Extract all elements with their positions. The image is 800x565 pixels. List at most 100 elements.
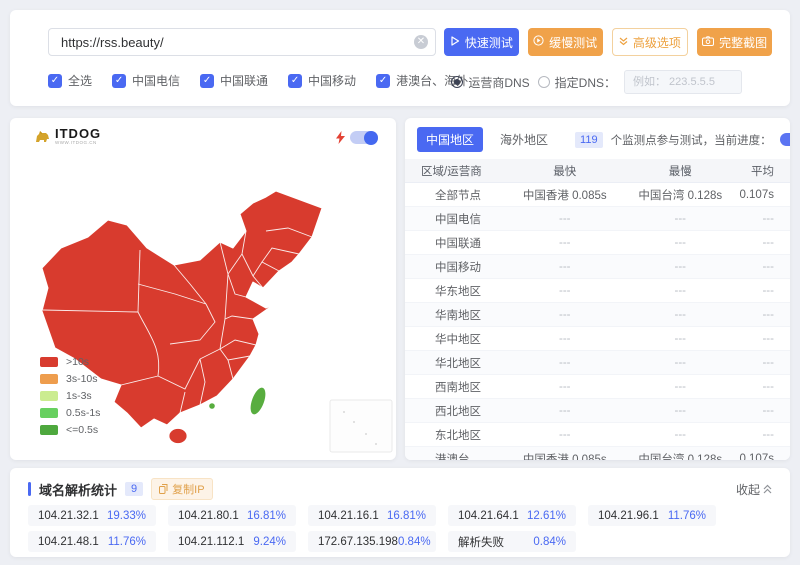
row-name: 中国电信: [405, 211, 505, 227]
button-label: 完整截图: [719, 34, 767, 51]
map-legend: >10s3s-10s1s-3s0.5s-1s<=0.5s: [40, 356, 100, 436]
row-fastest: 中国香港 0.085s: [505, 187, 624, 203]
row-name: 港澳台: [405, 451, 505, 461]
results-table: 区域/运营商最快最慢平均全部节点中国香港 0.085s中国台湾 0.128s0.…: [405, 159, 790, 460]
table-row: 中国电信---------: [405, 207, 790, 231]
row-average: ---: [736, 429, 790, 441]
row-fastest: ---: [505, 381, 624, 393]
row-average: ---: [736, 285, 790, 297]
table-row: 全部节点中国香港 0.085s中国台湾 0.128s0.107s: [405, 183, 790, 207]
table-row: 东北地区---------: [405, 423, 790, 447]
row-fastest: ---: [505, 213, 624, 225]
url-input-wrap: ✕: [48, 28, 436, 56]
button-play-0[interactable]: 快速测试: [444, 28, 519, 56]
legend-swatch: [40, 391, 58, 401]
ip-percentage: 16.81%: [387, 510, 426, 522]
ip-percentage: 11.76%: [668, 510, 706, 522]
table-row: 港澳台中国香港 0.085s中国台湾 0.128s0.107s: [405, 447, 790, 460]
dns-stats-title: 域名解析统计: [39, 480, 117, 499]
row-slowest: ---: [624, 429, 736, 441]
china-map-panel: ITDOG WWW.ITDOG.CN: [10, 118, 396, 460]
row-average: ---: [736, 237, 790, 249]
map-toggle-switch[interactable]: [350, 131, 378, 144]
checkbox-item-0[interactable]: ✓全选: [48, 72, 92, 89]
button-double-chevron-down-2[interactable]: 高级选项: [612, 28, 689, 56]
checkbox-label: 全选: [68, 72, 92, 89]
checkbox-item-1[interactable]: ✓中国电信: [112, 72, 180, 89]
south-sea-inset: [330, 400, 392, 452]
row-name: 中国联通: [405, 235, 505, 251]
camera-icon: [702, 35, 714, 49]
legend-swatch: [40, 425, 58, 435]
button-label: 快速测试: [465, 34, 513, 51]
custom-dns-input[interactable]: [624, 70, 742, 94]
row-name: 东北地区: [405, 427, 505, 443]
ip-percentage: 0.84%: [398, 536, 431, 548]
row-average: ---: [736, 261, 790, 273]
radio-custom-dns[interactable]: 指定DNS：: [538, 74, 616, 91]
row-average: ---: [736, 381, 790, 393]
table-row: 西南地区---------: [405, 375, 790, 399]
ip-result-cell: 104.21.80.116.81%: [168, 505, 296, 526]
copy-icon: [159, 484, 168, 494]
ip-address: 104.21.16.1: [318, 510, 379, 522]
itdog-logo: ITDOG WWW.ITDOG.CN: [34, 128, 101, 145]
row-average: 0.107s: [736, 189, 790, 201]
hainan-island: [169, 429, 187, 444]
radio-operator-dns-label: 运营商DNS: [468, 74, 529, 91]
row-name: 中国移动: [405, 259, 505, 275]
button-camera-3[interactable]: 完整截图: [697, 28, 772, 56]
checkbox-item-2[interactable]: ✓中国联通: [200, 72, 268, 89]
url-input[interactable]: [48, 28, 436, 56]
row-fastest: ---: [505, 237, 624, 249]
row-slowest: ---: [624, 357, 736, 369]
ip-percentage: 9.24%: [253, 536, 286, 548]
legend-label: >10s: [66, 356, 89, 368]
test-config-panel: ✕ 快速测试缓慢测试高级选项完整截图 ✓全选✓中国电信✓中国联通✓中国移动✓港澳…: [10, 10, 790, 106]
row-average: ---: [736, 357, 790, 369]
row-fastest: ---: [505, 429, 624, 441]
radio-operator-dns[interactable]: 运营商DNS: [451, 74, 529, 91]
table-row: 华东地区---------: [405, 279, 790, 303]
ip-address: 104.21.32.1: [38, 510, 99, 522]
tab-overseas-region[interactable]: 海外地区: [491, 127, 557, 152]
action-buttons: 快速测试 缓慢测试高级选项 完整截图: [444, 28, 772, 56]
map-toggle-area: [336, 131, 378, 144]
clear-input-icon[interactable]: ✕: [414, 35, 428, 49]
dns-stats-panel: 域名解析统计 9 复制IP 收起 104.21.32.119.33%104.21…: [10, 468, 790, 557]
legend-label: 3s-10s: [66, 373, 98, 385]
row-name: 西南地区: [405, 379, 505, 395]
ip-address: 104.21.112.1: [178, 536, 244, 548]
row-name: 华北地区: [405, 355, 505, 371]
progress-value: 100%: [780, 133, 790, 146]
checkbox-item-3[interactable]: ✓中国移动: [288, 72, 356, 89]
copy-ip-button[interactable]: 复制IP: [151, 478, 212, 500]
checkbox-checked-icon: ✓: [112, 74, 126, 88]
column-header: 最快: [505, 163, 624, 179]
row-slowest: ---: [624, 285, 736, 297]
collapse-button[interactable]: 收起: [736, 481, 772, 498]
table-row: 西北地区---------: [405, 399, 790, 423]
dog-icon: [34, 129, 51, 144]
checkbox-checked-icon: ✓: [200, 74, 214, 88]
row-average: ---: [736, 333, 790, 345]
copy-ip-label: 复制IP: [172, 481, 204, 497]
button-label: 缓慢测试: [549, 34, 597, 51]
ip-address: 解析失败: [458, 534, 504, 550]
node-count-badge: 119: [575, 132, 603, 148]
ip-address: 104.21.64.1: [458, 510, 519, 522]
legend-label: <=0.5s: [66, 424, 98, 436]
legend-row-4: <=0.5s: [40, 424, 100, 436]
table-row: 中国移动---------: [405, 255, 790, 279]
dns-count-badge: 9: [125, 482, 143, 496]
tab-china-region[interactable]: 中国地区: [417, 127, 483, 152]
legend-label: 0.5s-1s: [66, 407, 100, 419]
row-name: 华中地区: [405, 331, 505, 347]
table-row: 华南地区---------: [405, 303, 790, 327]
ip-result-cell: 104.21.96.111.76%: [588, 505, 716, 526]
double-chevron-down-icon: [619, 35, 628, 49]
button-play-circle-1[interactable]: 缓慢测试: [528, 28, 603, 56]
ip-percentage: 11.76%: [108, 536, 146, 548]
ip-result-cell: 解析失败0.84%: [448, 531, 576, 552]
ip-percentage: 16.81%: [247, 510, 286, 522]
